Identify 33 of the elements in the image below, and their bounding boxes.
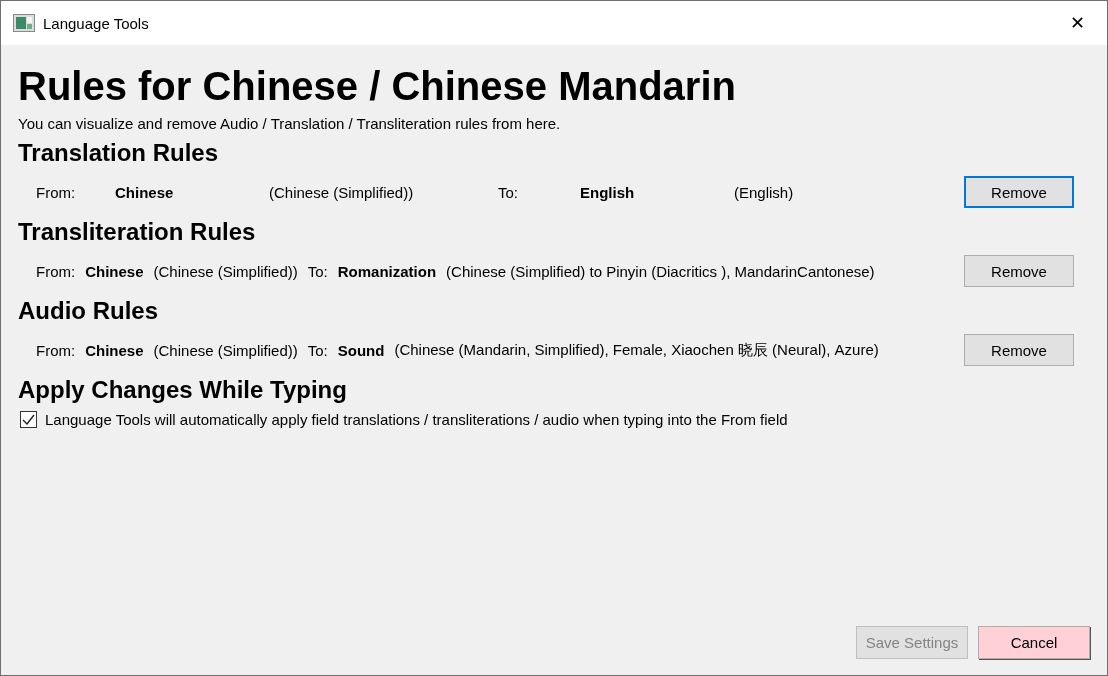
cancel-button[interactable]: Cancel — [978, 626, 1090, 659]
section-heading: Transliteration Rules — [18, 217, 257, 247]
remove-button[interactable]: Remove — [964, 255, 1074, 287]
section-heading: Translation Rules — [18, 138, 220, 168]
app-icon — [13, 14, 35, 32]
description: You can visualize and remove Audio / Translation / Transliteration rules from here. — [18, 114, 562, 134]
remove-button[interactable]: Remove — [964, 334, 1074, 366]
to-target: English — [580, 183, 636, 201]
to-label: To: — [307, 262, 328, 280]
to-detail: (Chinese (Mandarin, Simplified), Female, Xiaochen 晓辰 (Neural), Azure) — [394, 340, 879, 360]
from-label: From: — [36, 341, 76, 359]
from-language: Chinese — [85, 341, 144, 359]
to-label: To: — [307, 341, 328, 359]
from-detail: (Chinese (Simplified)) — [153, 341, 298, 359]
to-label: To: — [498, 183, 519, 201]
close-button[interactable]: ✕ — [1060, 8, 1095, 38]
checkbox-label: Language Tools will automatically apply field translations / transliterations / audio when typing into the From field — [45, 411, 788, 428]
to-target: Romanization — [337, 262, 437, 280]
from-detail: (Chinese (Simplified)) — [153, 262, 298, 280]
window-title: Language Tools — [43, 14, 150, 32]
to-target: Sound — [337, 341, 385, 359]
from-language: Chinese — [115, 183, 175, 201]
to-detail: (English) — [734, 183, 794, 201]
from-language: Chinese — [85, 262, 144, 280]
from-label: From: — [36, 262, 76, 280]
from-detail: (Chinese (Simplified)) — [269, 183, 415, 201]
to-detail: (Chinese (Simplified) to Pinyin (Diacritics ), MandarinCantonese) — [446, 262, 875, 280]
remove-button[interactable]: Remove — [964, 176, 1074, 208]
checkbox[interactable] — [20, 411, 37, 428]
section-heading: Apply Changes While Typing — [18, 375, 348, 405]
section-heading: Audio Rules — [18, 296, 159, 326]
from-label: From: — [36, 183, 77, 201]
page-heading: Rules for Chinese / Chinese Mandarin — [18, 63, 737, 109]
